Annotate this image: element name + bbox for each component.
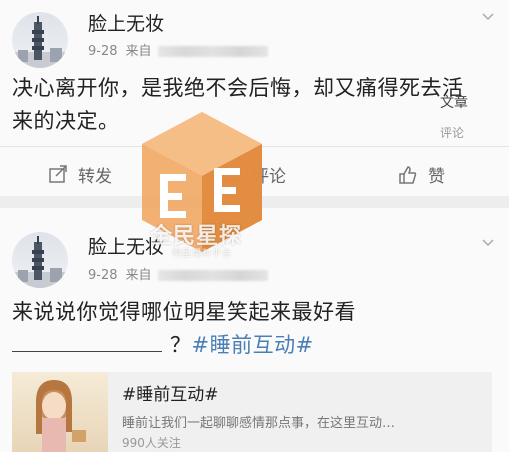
like-button[interactable]: 赞	[398, 162, 445, 187]
topic-share-card[interactable]: #睡前互动# 睡前让我们一起聊聊感情那点事，在这里互动… 990人关注	[12, 372, 492, 452]
chevron-down-icon[interactable]	[481, 236, 495, 250]
username[interactable]: 脸上无妆	[88, 9, 164, 36]
source-label: 来自	[125, 268, 152, 283]
blank-line	[12, 351, 162, 352]
watermark-subtext: 明星爆料平台	[172, 249, 233, 259]
post-date: 9-28	[88, 268, 118, 283]
post-date: 9-28	[88, 44, 118, 59]
side-tag-article: 文章	[440, 95, 468, 111]
repost-icon	[49, 164, 67, 183]
hashtag-link[interactable]: #睡前互动#	[192, 333, 314, 357]
post-meta: 9-28 来自	[88, 40, 268, 59]
repost-button[interactable]: 转发	[48, 162, 112, 187]
topic-description: 睡前让我们一起聊聊感情那点事，在这里互动…	[122, 416, 396, 431]
avatar[interactable]	[12, 12, 68, 68]
topic-thumbnail	[12, 372, 108, 452]
like-label: 赞	[428, 167, 445, 187]
topic-title: #睡前互动#	[122, 385, 219, 405]
post-text-line2: ？#睡前互动#	[12, 329, 479, 362]
chevron-down-icon[interactable]	[481, 10, 495, 24]
repost-label: 转发	[78, 167, 112, 187]
post-text: 来说说你觉得哪位明星笑起来最好看 ？#睡前互动#	[12, 296, 479, 362]
post-meta: 9-28 来自	[88, 264, 268, 283]
post-text-line1: 来说说你觉得哪位明星笑起来最好看	[12, 300, 356, 324]
blurred-source	[157, 46, 268, 57]
side-tag-comment: 评论	[440, 126, 465, 140]
thumbs-up-icon	[399, 165, 417, 184]
question-mark: ？	[170, 333, 192, 357]
avatar[interactable]	[12, 232, 68, 288]
topic-follower-count: 990人关注	[122, 436, 181, 450]
blurred-source	[157, 270, 268, 281]
source-label: 来自	[125, 44, 152, 59]
